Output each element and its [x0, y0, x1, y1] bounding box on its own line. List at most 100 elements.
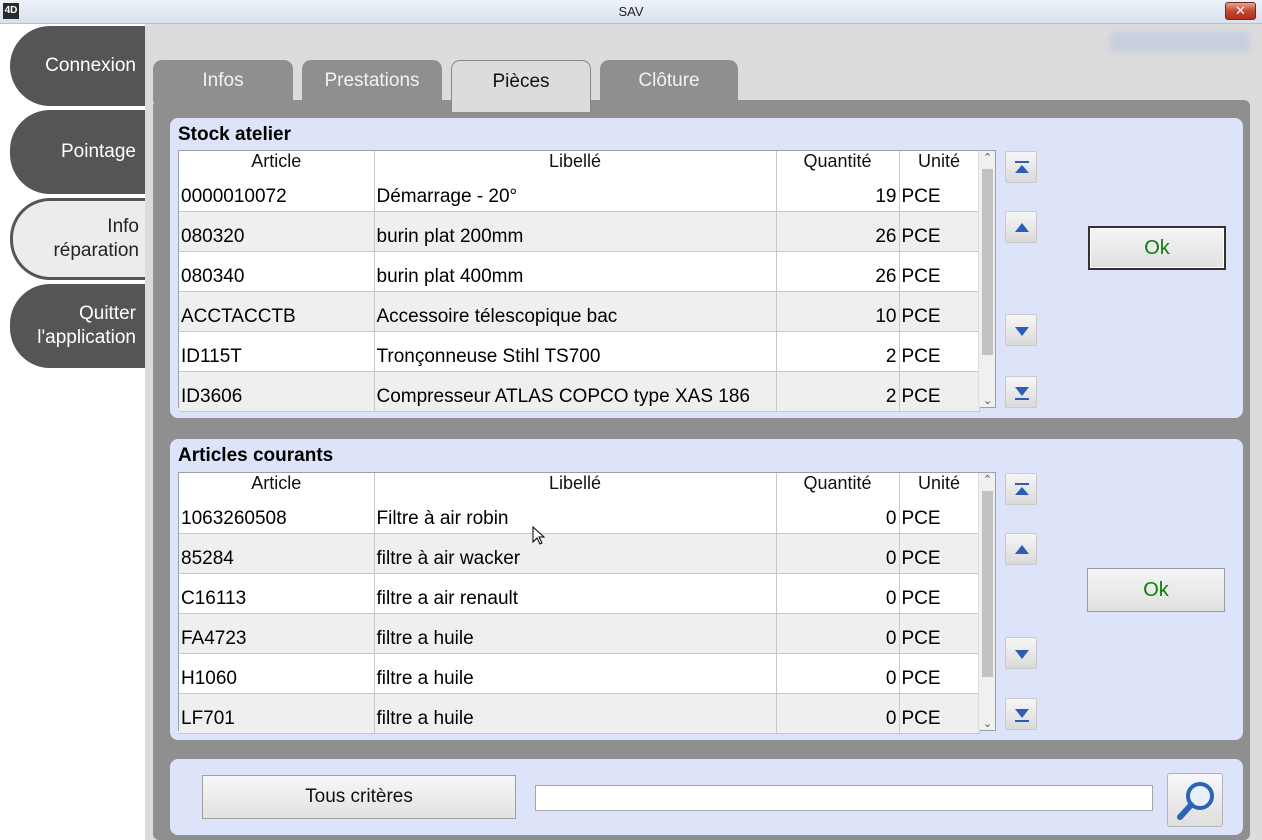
window-titlebar: 4D SAV ✕ — [0, 0, 1262, 24]
move-down-button[interactable] — [1005, 637, 1037, 669]
table-row[interactable]: H1060 filtre a huile 0 PCE — [179, 653, 980, 694]
column-header-libelle[interactable]: Libellé — [374, 151, 777, 171]
nav-item-label: Info réparation — [53, 216, 139, 261]
close-window-button[interactable]: ✕ — [1225, 2, 1256, 20]
nav-item-label: Quitter l'application — [37, 303, 136, 348]
cell-libelle: Compresseur ATLAS COPCO type XAS 186 — [374, 371, 777, 412]
cell-unite: PCE — [899, 211, 980, 252]
cell-libelle: Accessoire télescopique bac — [374, 291, 777, 332]
cell-unite: PCE — [899, 693, 980, 734]
cell-article: ACCTACCTB — [179, 291, 375, 332]
main-area: Infos Prestations Clôture Stock atelier … — [145, 24, 1262, 840]
cell-libelle: Démarrage - 20° — [374, 171, 777, 212]
articles-courants-grid[interactable]: Article Libellé Quantité Unité 106326050… — [178, 472, 996, 734]
stock-atelier-grid[interactable]: Article Libellé Quantité Unité 000001007… — [178, 150, 996, 412]
nav-item-connexion[interactable]: Connexion — [10, 26, 145, 106]
arrow-up-icon — [1015, 545, 1029, 554]
column-header-quantite[interactable]: Quantité — [776, 473, 900, 493]
column-header-article[interactable]: Article — [179, 151, 375, 171]
move-last-button[interactable] — [1005, 376, 1037, 408]
stock-atelier-panel: Stock atelier Article Libellé Quantité U… — [170, 118, 1243, 418]
scroll-down-arrow-icon[interactable]: ⌄ — [979, 717, 996, 730]
nav-item-quitter[interactable]: Quitter l'application — [10, 284, 145, 368]
cell-libelle: filtre à air wacker — [374, 533, 777, 574]
arrow-bottom-icon — [1015, 709, 1029, 722]
column-header-quantite[interactable]: Quantité — [776, 151, 900, 171]
table-row[interactable]: 1063260508 Filtre à air robin 0 PCE — [179, 493, 980, 534]
vertical-scrollbar[interactable]: ⌃ ⌄ — [978, 473, 995, 730]
tab-prestations[interactable]: Prestations — [302, 60, 442, 102]
nav-item-label: Connexion — [45, 55, 136, 76]
cell-libelle: Filtre à air robin — [374, 493, 777, 534]
cell-unite: PCE — [899, 613, 980, 654]
cell-article: 080340 — [179, 251, 375, 292]
cell-quantite: 2 — [776, 371, 900, 412]
column-header-libelle[interactable]: Libellé — [374, 473, 777, 493]
cell-unite: PCE — [899, 251, 980, 292]
scroll-down-arrow-icon[interactable]: ⌄ — [979, 394, 996, 407]
cell-quantite: 26 — [776, 251, 900, 292]
scroll-thumb[interactable] — [982, 169, 993, 355]
table-row[interactable]: 080320 burin plat 200mm 26 PCE — [179, 211, 980, 252]
cell-unite: PCE — [899, 291, 980, 332]
move-up-button[interactable] — [1005, 211, 1037, 243]
arrow-bottom-icon — [1015, 387, 1029, 400]
cell-article: LF701 — [179, 693, 375, 734]
nav-item-label: Pointage — [60, 141, 136, 162]
scroll-thumb[interactable] — [982, 491, 993, 677]
cell-quantite: 26 — [776, 211, 900, 252]
cell-quantite: 10 — [776, 291, 900, 332]
vertical-scrollbar[interactable]: ⌃ ⌄ — [978, 151, 995, 407]
cell-libelle: filtre a air renault — [374, 573, 777, 614]
arrow-top-icon — [1015, 161, 1029, 173]
table-row[interactable]: LF701 filtre a huile 0 PCE — [179, 693, 980, 734]
stock-ok-button[interactable]: Ok — [1088, 226, 1226, 270]
table-row[interactable]: ACCTACCTB Accessoire télescopique bac 10… — [179, 291, 980, 332]
cell-article: 0000010072 — [179, 171, 375, 212]
column-header-unite[interactable]: Unité — [899, 473, 980, 493]
nav-item-pointage[interactable]: Pointage — [10, 110, 145, 194]
tab-cloture[interactable]: Clôture — [600, 60, 738, 102]
scroll-up-arrow-icon[interactable]: ⌃ — [979, 473, 996, 486]
column-header-unite[interactable]: Unité — [899, 151, 980, 171]
tab-infos[interactable]: Infos — [153, 60, 293, 102]
nav-item-info-reparation[interactable]: Info réparation — [10, 198, 148, 280]
table-row[interactable]: ID115T Tronçonneuse Stihl TS700 2 PCE — [179, 331, 980, 372]
move-down-button[interactable] — [1005, 314, 1037, 346]
search-button[interactable] — [1167, 773, 1223, 827]
cell-quantite: 0 — [776, 693, 900, 734]
table-row[interactable]: C16113 filtre a air renault 0 PCE — [179, 573, 980, 614]
table-row[interactable]: FA4723 filtre a huile 0 PCE — [179, 613, 980, 654]
column-header-article[interactable]: Article — [179, 473, 375, 493]
cell-quantite: 0 — [776, 573, 900, 614]
courants-ok-button[interactable]: Ok — [1087, 568, 1225, 612]
table-row[interactable]: 0000010072 Démarrage - 20° 19 PCE — [179, 171, 980, 212]
table-row[interactable]: ID3606 Compresseur ATLAS COPCO type XAS … — [179, 371, 980, 412]
move-first-button[interactable] — [1005, 151, 1037, 183]
all-criteria-button[interactable]: Tous critères — [202, 775, 516, 819]
cell-article: 080320 — [179, 211, 375, 252]
move-last-button[interactable] — [1005, 698, 1037, 730]
table-row[interactable]: 080340 burin plat 400mm 26 PCE — [179, 251, 980, 292]
cell-quantite: 19 — [776, 171, 900, 212]
move-first-button[interactable] — [1005, 473, 1037, 505]
scroll-up-arrow-icon[interactable]: ⌃ — [979, 151, 996, 164]
mouse-cursor-icon — [532, 526, 546, 545]
cell-libelle: filtre a huile — [374, 613, 777, 654]
tab-pieces[interactable]: Pièces — [451, 60, 591, 112]
arrow-top-icon — [1015, 483, 1029, 495]
arrow-up-icon — [1015, 223, 1029, 232]
search-input[interactable] — [535, 785, 1153, 811]
arrow-down-icon — [1015, 650, 1029, 659]
move-up-button[interactable] — [1005, 533, 1037, 565]
cell-unite: PCE — [899, 331, 980, 372]
table-header-row: Article Libellé Quantité Unité — [179, 151, 980, 171]
cell-quantite: 0 — [776, 493, 900, 534]
cell-article: FA4723 — [179, 613, 375, 654]
tab-content: Stock atelier Article Libellé Quantité U… — [153, 100, 1250, 840]
arrow-down-icon — [1015, 327, 1029, 336]
cell-quantite: 0 — [776, 613, 900, 654]
cell-unite: PCE — [899, 171, 980, 212]
table-row[interactable]: 85284 filtre à air wacker 0 PCE — [179, 533, 980, 574]
table-header-row: Article Libellé Quantité Unité — [179, 473, 980, 493]
